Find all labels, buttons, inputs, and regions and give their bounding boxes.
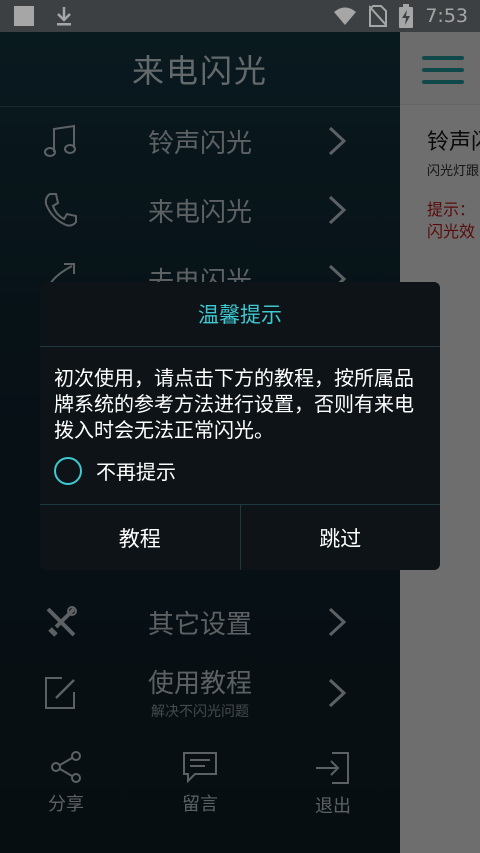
skip-button[interactable]: 跳过 bbox=[239, 505, 441, 570]
dont-show-again-label: 不再提示 bbox=[96, 460, 176, 484]
radio-button[interactable] bbox=[54, 456, 82, 485]
dont-show-again-option[interactable]: 不再提示 bbox=[54, 456, 176, 485]
tutorial-button[interactable]: 教程 bbox=[40, 505, 240, 570]
dialog-buttons: 教程 跳过 bbox=[40, 504, 440, 570]
tip-dialog: 温馨提示 初次使用，请点击下方的教程，按所属品牌系统的参考方法进行设置，否则有来… bbox=[40, 282, 440, 570]
dialog-message: 初次使用，请点击下方的教程，按所属品牌系统的参考方法进行设置，否则有来电拨入时会… bbox=[54, 366, 414, 442]
dialog-title: 温馨提示 bbox=[40, 282, 440, 347]
